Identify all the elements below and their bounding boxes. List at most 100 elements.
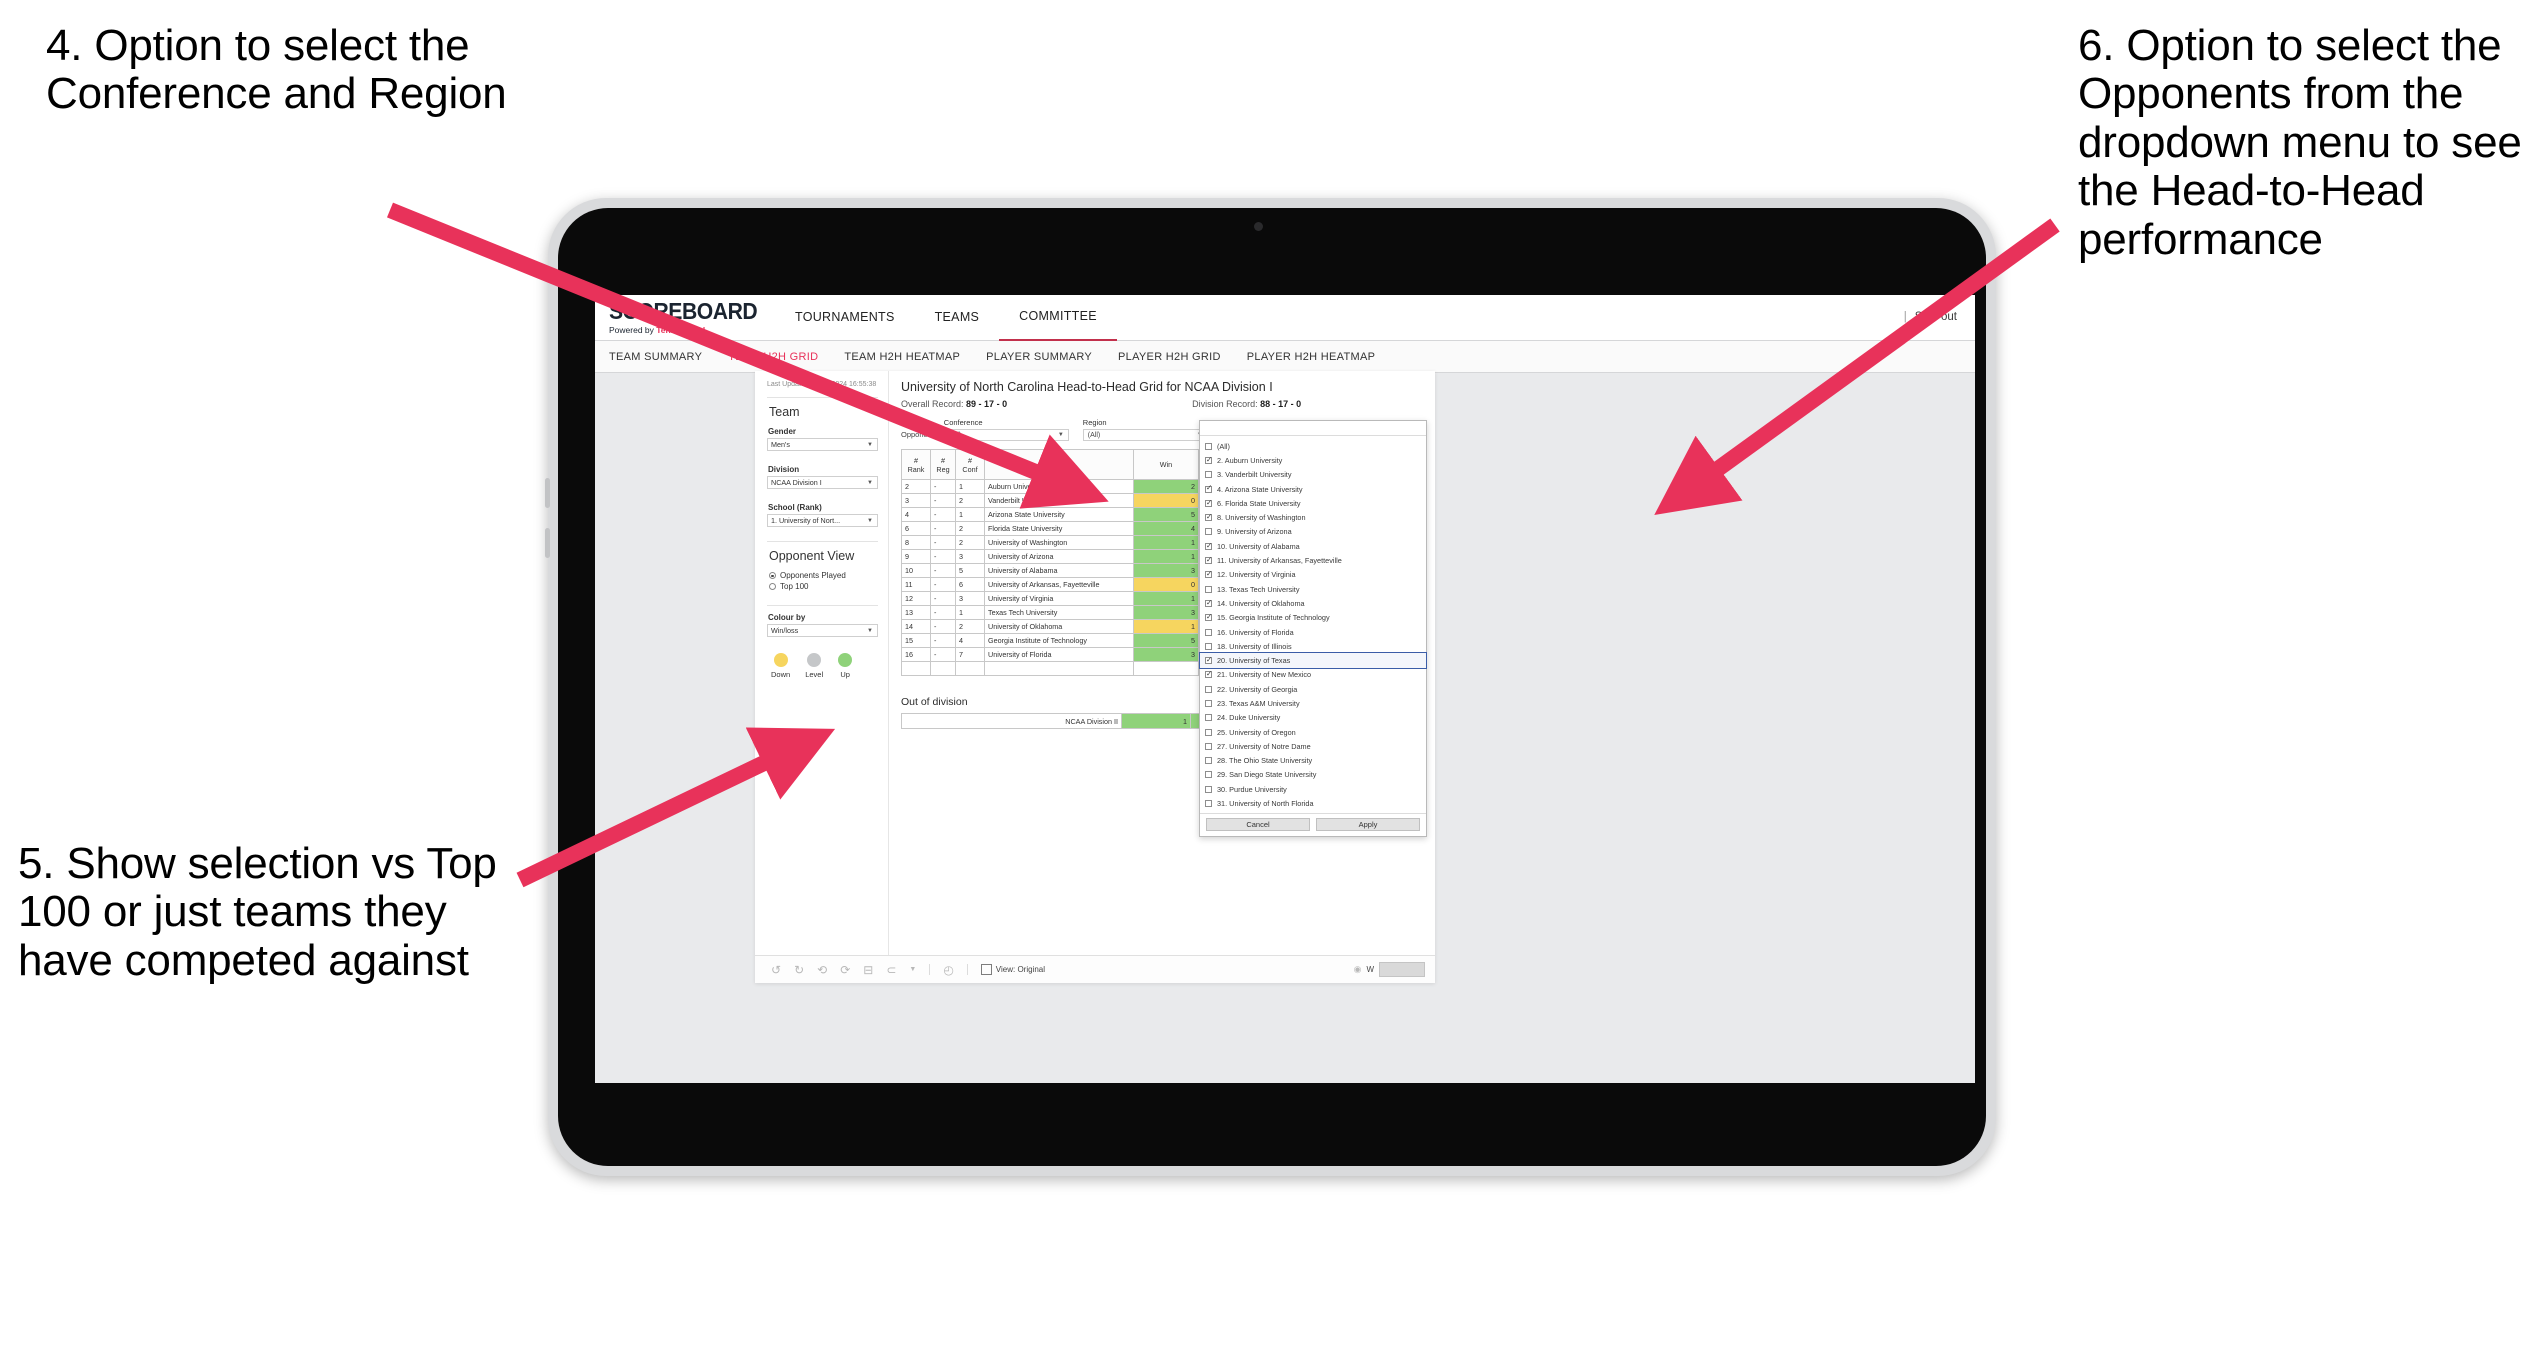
checkbox-checked-icon[interactable]	[1205, 556, 1212, 565]
undo-icon[interactable]: ↺	[771, 963, 781, 977]
legend-label-level: Level	[805, 670, 824, 680]
checkbox-checked-icon[interactable]	[1205, 613, 1212, 622]
redo-icon[interactable]: ↻	[794, 963, 804, 977]
volume-up-button[interactable]	[545, 478, 550, 508]
dropdown-option[interactable]: 16. University of Florida	[1200, 625, 1426, 639]
checkbox-checked-icon[interactable]	[1205, 542, 1212, 550]
gender-select[interactable]: Men's ▼	[767, 438, 878, 452]
last-updated-label: Last Updated: 27/11/2024 16:55:38	[767, 381, 877, 388]
checkbox-unchecked-icon[interactable]	[1205, 785, 1212, 793]
dropdown-option[interactable]: 24. Duke University	[1200, 711, 1426, 725]
checkbox-unchecked-icon[interactable]	[1205, 771, 1212, 779]
dropdown-option[interactable]: 14. University of Oklahoma	[1200, 596, 1426, 610]
dropdown-option[interactable]: 15. Georgia Institute of Technology	[1200, 611, 1426, 625]
checkbox-unchecked-icon[interactable]	[1205, 800, 1212, 808]
subnav-item-player-h2h-heatmap[interactable]: PLAYER H2H HEATMAP	[1247, 351, 1375, 363]
sign-out-link[interactable]: Sign out	[1915, 311, 1957, 323]
checkbox-unchecked-icon[interactable]	[1205, 699, 1212, 707]
clock-icon[interactable]: ◴	[943, 963, 953, 977]
checkbox-unchecked-icon[interactable]	[1205, 585, 1212, 593]
checkbox-unchecked-icon[interactable]	[1205, 742, 1212, 750]
subnav-item-team-h2h-grid[interactable]: TEAM H2H GRID	[728, 351, 818, 363]
radio-opponents-played[interactable]: Opponents Played	[769, 571, 878, 580]
nav-item-committee[interactable]: COMMITTEE	[999, 295, 1117, 341]
subnav-item-player-h2h-grid[interactable]: PLAYER H2H GRID	[1118, 351, 1221, 363]
checkbox-unchecked-icon[interactable]	[1205, 471, 1212, 479]
checkbox-unchecked-icon[interactable]	[1205, 757, 1212, 765]
toolbar-chip[interactable]	[1379, 962, 1425, 977]
checkbox-checked-icon[interactable]	[1205, 670, 1212, 679]
checkbox-checked-icon[interactable]	[1205, 656, 1212, 665]
app-logo[interactable]: SCOREBOARD Powered by Tennis Feed	[609, 300, 758, 336]
dropdown-option[interactable]: 11. University of Arkansas, Fayetteville	[1200, 553, 1426, 567]
opponent-view-title: Opponent View	[769, 549, 855, 564]
cell-opponent: Georgia Institute of Technology	[984, 633, 1134, 648]
checkbox-unchecked-icon[interactable]	[1205, 628, 1212, 636]
dropdown-option[interactable]: 22. University of Georgia	[1200, 682, 1426, 696]
dropdown-option[interactable]: 30. Purdue University	[1200, 782, 1426, 796]
dropdown-option[interactable]: 29. San Diego State University	[1200, 768, 1426, 782]
checkbox-checked-icon[interactable]	[1205, 570, 1212, 579]
conference-select[interactable]: (All) ▼	[943, 429, 1069, 441]
dropdown-search-input[interactable]	[1200, 421, 1426, 436]
cell-rank: 3	[901, 493, 931, 508]
dropdown-option[interactable]: 2. Auburn University	[1200, 453, 1426, 467]
checkbox-checked-icon[interactable]	[1205, 484, 1212, 493]
checkbox-unchecked-icon[interactable]	[1205, 442, 1212, 450]
dropdown-option[interactable]: 27. University of Notre Dame	[1200, 739, 1426, 753]
checkbox-unchecked-icon[interactable]	[1205, 642, 1212, 650]
dropdown-option[interactable]: (All)	[1200, 439, 1426, 453]
checkbox-checked-icon[interactable]	[1205, 599, 1212, 607]
region-select[interactable]: (All) ▼	[1082, 429, 1208, 441]
dropdown-option[interactable]: 28. The Ohio State University	[1200, 754, 1426, 768]
checkbox-unchecked-icon[interactable]	[1205, 728, 1212, 736]
opponent-dropdown-panel[interactable]: (All) 2. Auburn University 3. Vanderbilt U…	[1199, 420, 1427, 837]
top-nav-items: TOURNAMENTS TEAMS COMMITTEE	[775, 295, 1117, 341]
toolbar-divider	[966, 964, 968, 975]
cancel-button[interactable]: Cancel	[1206, 817, 1310, 831]
checkbox-checked-icon[interactable]	[1205, 456, 1212, 464]
checkbox-unchecked-icon[interactable]	[1205, 685, 1212, 693]
checkbox-checked-icon[interactable]	[1205, 513, 1212, 522]
share-icon[interactable]: ⊂	[886, 963, 896, 977]
dropdown-option[interactable]: 25. University of Oregon	[1200, 725, 1426, 739]
eye-icon[interactable]: ◉	[1354, 964, 1362, 975]
nav-item-teams[interactable]: TEAMS	[915, 295, 1000, 340]
radio-top-100[interactable]: Top 100	[769, 582, 878, 591]
dropdown-option[interactable]: 20. University of Texas	[1199, 652, 1427, 669]
dropdown-option[interactable]: 23. Texas A&M University	[1200, 696, 1426, 710]
dropdown-option[interactable]: 4. Arizona State University	[1200, 482, 1426, 496]
dropdown-option[interactable]: 6. Florida State University	[1200, 496, 1426, 510]
dropdown-option[interactable]: 21. University of New Mexico	[1200, 668, 1426, 682]
radio-icon-selected	[769, 572, 776, 580]
dropdown-option[interactable]: 10. University of Alabama	[1200, 539, 1426, 553]
cell-opponent: Auburn University	[984, 479, 1134, 494]
division-select[interactable]: NCAA Division I ▼	[767, 476, 878, 490]
view-original-button[interactable]: View: Original	[980, 964, 1045, 975]
dropdown-option[interactable]: 9. University of Arizona	[1200, 525, 1426, 539]
checkbox-unchecked-icon[interactable]	[1205, 714, 1212, 722]
colour-by-select[interactable]: Win/loss ▼	[767, 624, 878, 638]
revert-icon[interactable]: ⟲	[817, 963, 827, 977]
dropdown-option[interactable]: 18. University of Illinois	[1200, 639, 1426, 653]
checkbox-checked-icon[interactable]	[1205, 499, 1212, 507]
chevron-down-icon[interactable]: ▼	[909, 966, 916, 973]
dropdown-option[interactable]: 12. University of Virginia	[1200, 568, 1426, 582]
dropdown-option[interactable]: 8. University of Washington	[1200, 510, 1426, 524]
division-label: Division	[768, 465, 800, 475]
subnav-item-player-summary[interactable]: PLAYER SUMMARY	[986, 351, 1092, 363]
school-select[interactable]: 1. University of Nort... ▼	[767, 514, 878, 528]
dropdown-option[interactable]: 3. Vanderbilt University	[1200, 468, 1426, 482]
dropdown-option[interactable]: 31. University of North Florida	[1200, 796, 1426, 810]
refresh-icon[interactable]: ⟳	[840, 963, 850, 977]
pause-icon[interactable]: ⊟	[863, 963, 873, 977]
apply-button[interactable]: Apply	[1316, 817, 1420, 831]
volume-down-button[interactable]	[545, 528, 550, 558]
dropdown-option-label: 3. Vanderbilt University	[1217, 470, 1292, 480]
cell-opponent: University of Arkansas, Fayetteville	[984, 577, 1134, 592]
subnav-item-team-summary[interactable]: TEAM SUMMARY	[609, 351, 702, 363]
checkbox-unchecked-icon[interactable]	[1205, 528, 1212, 536]
dropdown-option[interactable]: 13. Texas Tech University	[1200, 582, 1426, 596]
nav-item-tournaments[interactable]: TOURNAMENTS	[775, 295, 915, 340]
subnav-item-team-h2h-heatmap[interactable]: TEAM H2H HEATMAP	[844, 351, 960, 363]
